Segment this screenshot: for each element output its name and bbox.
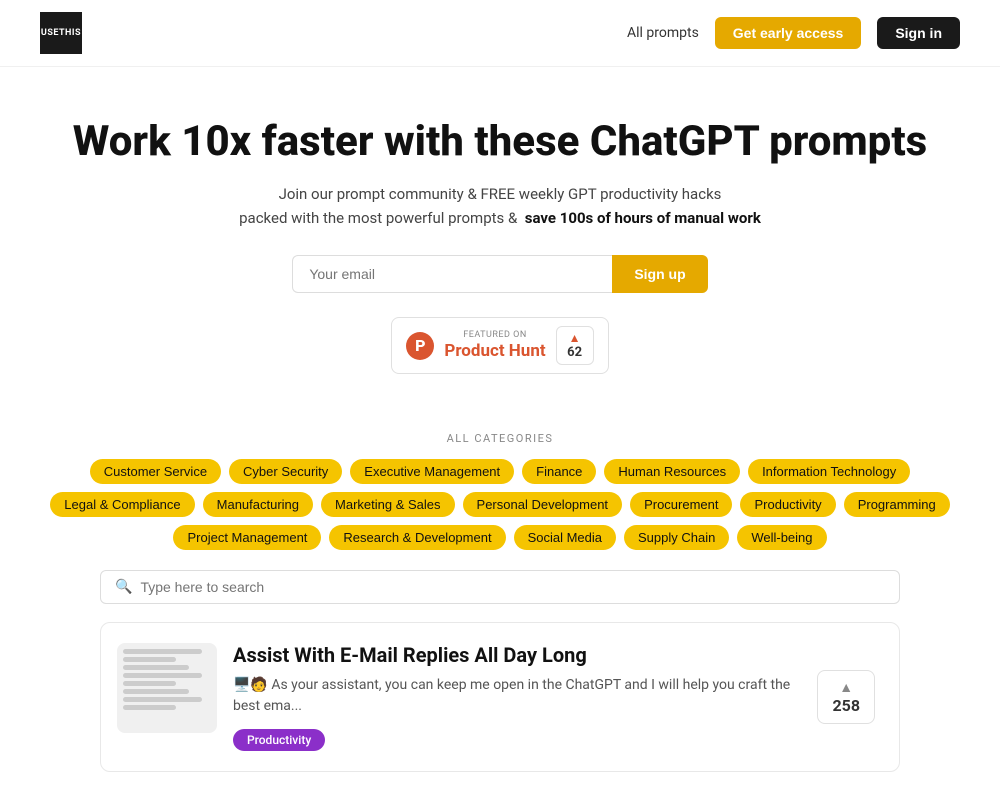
category-tag[interactable]: Research & Development <box>329 525 505 550</box>
hero-title: Work 10x faster with these ChatGPT promp… <box>40 117 960 167</box>
category-tag[interactable]: Human Resources <box>604 459 740 484</box>
category-tag[interactable]: Legal & Compliance <box>50 492 194 517</box>
card-title[interactable]: Assist With E-Mail Replies All Day Long <box>233 643 801 667</box>
all-prompts-link[interactable]: All prompts <box>627 25 699 41</box>
ph-upvote-count: 62 <box>567 345 582 360</box>
hero-subtitle-1: Join our prompt community & FREE weekly … <box>40 185 960 203</box>
product-hunt-badge[interactable]: P FEATURED ON Product Hunt ▲ 62 <box>391 317 608 374</box>
category-tag[interactable]: Marketing & Sales <box>321 492 455 517</box>
search-section: 🔍 <box>0 570 1000 604</box>
category-tag[interactable]: Procurement <box>630 492 732 517</box>
site-logo: USE THIS <box>40 12 82 54</box>
category-tag[interactable]: Executive Management <box>350 459 514 484</box>
ph-text: FEATURED ON Product Hunt <box>444 330 545 361</box>
category-tag[interactable]: Social Media <box>514 525 616 550</box>
hero-subtitle-2: packed with the most powerful prompts & … <box>40 209 960 227</box>
card-content: Assist With E-Mail Replies All Day Long … <box>233 643 801 751</box>
ph-arrow-icon: ▲ <box>569 331 581 345</box>
category-tag[interactable]: Cyber Security <box>229 459 342 484</box>
email-input[interactable] <box>292 255 612 293</box>
product-hunt-badge-wrap: P FEATURED ON Product Hunt ▲ 62 <box>40 317 960 374</box>
categories-section: ALL CATEGORIES Customer Service Cyber Sec… <box>0 432 1000 550</box>
category-tag[interactable]: Customer Service <box>90 459 221 484</box>
email-form: Sign up <box>40 255 960 293</box>
search-input[interactable] <box>140 579 885 595</box>
prompt-card: Assist With E-Mail Replies All Day Long … <box>100 622 900 772</box>
ph-logo-icon: P <box>406 332 434 360</box>
ph-featured-on-label: FEATURED ON <box>444 330 545 341</box>
search-bar: 🔍 <box>100 570 900 604</box>
hero-section: Work 10x faster with these ChatGPT promp… <box>0 67 1000 432</box>
ph-name-label: Product Hunt <box>444 341 545 361</box>
category-tag[interactable]: Finance <box>522 459 596 484</box>
category-tag[interactable]: Well-being <box>737 525 826 550</box>
category-tag[interactable]: Supply Chain <box>624 525 729 550</box>
card-thumbnail <box>117 643 217 733</box>
ph-upvote-box[interactable]: ▲ 62 <box>556 326 594 365</box>
category-tag[interactable]: Project Management <box>173 525 321 550</box>
card-votes-box[interactable]: ▲ 258 <box>817 670 875 724</box>
search-icon: 🔍 <box>115 579 132 595</box>
category-tag[interactable]: Productivity <box>740 492 835 517</box>
signup-button[interactable]: Sign up <box>612 255 707 293</box>
vote-count: 258 <box>832 696 860 715</box>
vote-arrow-icon: ▲ <box>839 679 853 696</box>
card-description: 🖥️🧑 As your assistant, you can keep me o… <box>233 675 801 717</box>
get-early-access-button[interactable]: Get early access <box>715 17 862 49</box>
category-tag[interactable]: Information Technology <box>748 459 910 484</box>
categories-label: ALL CATEGORIES <box>40 432 960 445</box>
navbar: USE THIS All prompts Get early access Si… <box>0 0 1000 67</box>
card-tag[interactable]: Productivity <box>233 729 325 751</box>
category-tag[interactable]: Manufacturing <box>203 492 313 517</box>
sign-in-button[interactable]: Sign in <box>877 17 960 49</box>
categories-tags: Customer Service Cyber Security Executive … <box>40 459 960 550</box>
category-tag[interactable]: Programming <box>844 492 950 517</box>
category-tag[interactable]: Personal Development <box>463 492 623 517</box>
nav-right: All prompts Get early access Sign in <box>627 17 960 49</box>
prompts-section: Assist With E-Mail Replies All Day Long … <box>0 622 1000 802</box>
